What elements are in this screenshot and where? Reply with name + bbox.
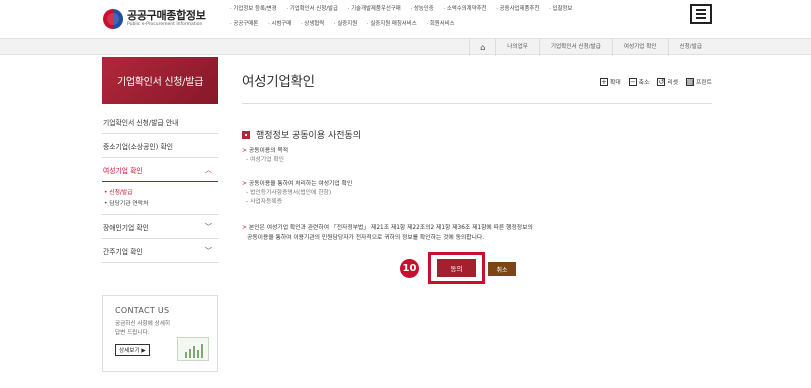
submenu-contacts[interactable]: • 담당기관 연락처 — [104, 199, 218, 210]
hamburger-menu-icon[interactable] — [690, 4, 712, 24]
print-button[interactable]: ▤ 프린트 — [686, 77, 712, 86]
info-detail: 사업자등록증 — [250, 199, 283, 205]
section-title: 행정정보 공동이용 사전동의 — [242, 128, 361, 141]
zoom-in-button[interactable]: + 확대 — [599, 77, 621, 86]
zoom-out-button[interactable]: − 축소 — [628, 77, 650, 86]
site-logo[interactable]: 공공구매종합정보 Public e-Procurement Informatio… — [103, 6, 223, 32]
info-block: > 공동이용을 통하여 처리하는 여성기업 확인 - 법인등기사항증명서(법인에 한… — [242, 181, 353, 205]
sidebar-item-label: 간주기업 확인 — [103, 247, 143, 256]
breadcrumb-item[interactable]: 여성기업 확인 — [611, 39, 668, 56]
gnb-item[interactable]: · 기업정보 등록/변경 — [230, 6, 277, 12]
chevron-down-icon: ﹀ — [205, 222, 212, 231]
gnb-item[interactable]: · 시범구매 — [268, 21, 291, 27]
sidebar-item-label: 장애인기업 확인 — [103, 223, 149, 232]
sidebar-item-disabled-enterprise[interactable]: 장애인기업 확인 ﹀ — [102, 215, 218, 239]
consent-line: 공동이용을 통하여 이용기관의 민원담당자가 전자적으로 귀하의 정보를 확인하… — [247, 235, 485, 241]
gnb-item[interactable]: · 기업확인서 신청/발급 — [286, 6, 338, 12]
info-heading: 공동이용을 통하여 처리하는 여성기업 확인 — [248, 181, 353, 187]
chevron-down-icon: ﹀ — [205, 246, 212, 255]
contact-box: CONTACT US 궁금하신 사항에 상세히 답변 드립니다. 상세보기 ▶ — [102, 295, 218, 372]
gnb-item[interactable]: · 실증지원 — [334, 21, 357, 27]
submenu-apply[interactable]: • 신청/발급 — [104, 188, 218, 199]
section-bullet-icon — [242, 130, 250, 139]
section-title-text: 행정정보 공동이용 사전동의 — [256, 131, 362, 141]
agree-button[interactable]: 동의 — [437, 259, 476, 277]
contact-title: CONTACT US — [115, 306, 170, 315]
breadcrumb-item[interactable]: 신청/발급 — [667, 39, 713, 56]
taegeuk-logo-icon — [103, 9, 123, 29]
title-divider — [242, 103, 712, 104]
sidebar-item-sme[interactable]: 중소기업(소상공인) 확인 — [102, 134, 218, 158]
consent-line: 본인은 여성기업 확인과 관련하여 「전자정부법」 제21조 제1항 제22조의… — [248, 225, 533, 231]
gnb-item[interactable]: · 입찰정보 — [549, 6, 572, 12]
sidebar-item-guide[interactable]: 기업확인서 신청/발급 안내 — [102, 110, 218, 134]
plus-icon: + — [599, 77, 608, 86]
agree-highlight: 동의 — [428, 252, 485, 284]
purpose-detail: 여성기업 확인 — [250, 157, 284, 163]
sidebar-item-deemed-enterprise[interactable]: 간주기업 확인 ﹀ — [102, 239, 218, 263]
sidebar-item-label: 중소기업(소상공인) 확인 — [103, 142, 173, 151]
breadcrumb-bar: ⌂ 나의업무 기업확인서 신청/발급 여성기업 확인 신청/발급 — [0, 38, 811, 56]
chevron-up-icon: ︿ — [205, 165, 212, 174]
home-icon[interactable]: ⌂ — [469, 39, 495, 56]
tool-label: 축소 — [638, 80, 650, 86]
sidebar-item-label: 여성기업 확인 — [103, 166, 143, 175]
tool-label: 리셋 — [667, 80, 678, 86]
gnb-item[interactable]: · 회원서비스 — [426, 21, 454, 27]
tool-label: 확대 — [609, 80, 621, 86]
breadcrumb-item[interactable]: 기업확인서 신청/발급 — [538, 39, 612, 56]
side-nav: 기업확인서 신청/발급 기업확인서 신청/발급 안내 중소기업(소상공인) 확인… — [102, 57, 218, 263]
chart-illustration-icon — [175, 333, 209, 361]
consent-text: > 본인은 여성기업 확인과 관련하여 「전자정부법」 제21조 제1항 제22조… — [242, 225, 533, 241]
site-header: 공공구매종합정보 Public e-Procurement Informatio… — [0, 0, 811, 36]
breadcrumb: ⌂ 나의업무 기업확인서 신청/발급 여성기업 확인 신청/발급 — [469, 39, 713, 56]
minus-icon: − — [628, 77, 637, 86]
printer-icon: ▤ — [686, 77, 694, 86]
logo-title: 공공구매종합정보 — [127, 9, 206, 23]
info-detail: 법인등기사항증명서(법인에 한함) — [250, 190, 332, 196]
gnb-item[interactable]: · 소액수의계약추천 — [443, 6, 486, 12]
tool-label: 프린트 — [696, 80, 712, 86]
gnb-item[interactable]: · 기술개발제품우선구매 — [348, 6, 401, 12]
contact-detail-button[interactable]: 상세보기 ▶ — [115, 344, 150, 356]
sidebar-submenu: • 신청/발급 • 담당기관 연락처 — [102, 182, 218, 215]
side-nav-title: 기업확인서 신청/발급 — [102, 57, 218, 104]
view-tools: + 확대 − 축소 ↺ 리셋 ▤ 프린트 — [599, 77, 712, 86]
gnb-item[interactable]: · 상생협력 — [301, 21, 324, 27]
gnb-item[interactable]: · 공공구매론 — [230, 21, 258, 27]
sidebar-item-women-enterprise[interactable]: 여성기업 확인 ︿ — [102, 158, 218, 182]
cancel-button[interactable]: 취소 — [488, 262, 516, 276]
gnb-item[interactable]: · 실증지원 매칭서비스 — [367, 21, 417, 27]
page-title: 여성기업확인 — [242, 74, 315, 90]
purpose-heading: 공동이용의 목적 — [248, 148, 289, 154]
contact-description: 궁금하신 사항에 상세히 답변 드립니다. — [115, 321, 171, 336]
step-number-badge: 10 — [400, 259, 419, 278]
gnb-item[interactable]: · 공동사업제품추천 — [496, 6, 539, 12]
reset-button[interactable]: ↺ 리셋 — [657, 77, 678, 86]
reset-icon: ↺ — [657, 77, 666, 86]
breadcrumb-item[interactable]: 나의업무 — [495, 39, 539, 56]
sidebar-item-label: 기업확인서 신청/발급 안내 — [103, 118, 179, 127]
purpose-block: > 공동이용의 목적 - 여성기업 확인 — [242, 148, 289, 163]
global-nav: · 기업정보 등록/변경 · 기업확인서 신청/발급 · 기술개발제품우선구매 … — [230, 2, 680, 32]
gnb-item[interactable]: · 성능인증 — [410, 6, 433, 12]
logo-subtitle: Public e-Procurement Information — [127, 22, 203, 28]
